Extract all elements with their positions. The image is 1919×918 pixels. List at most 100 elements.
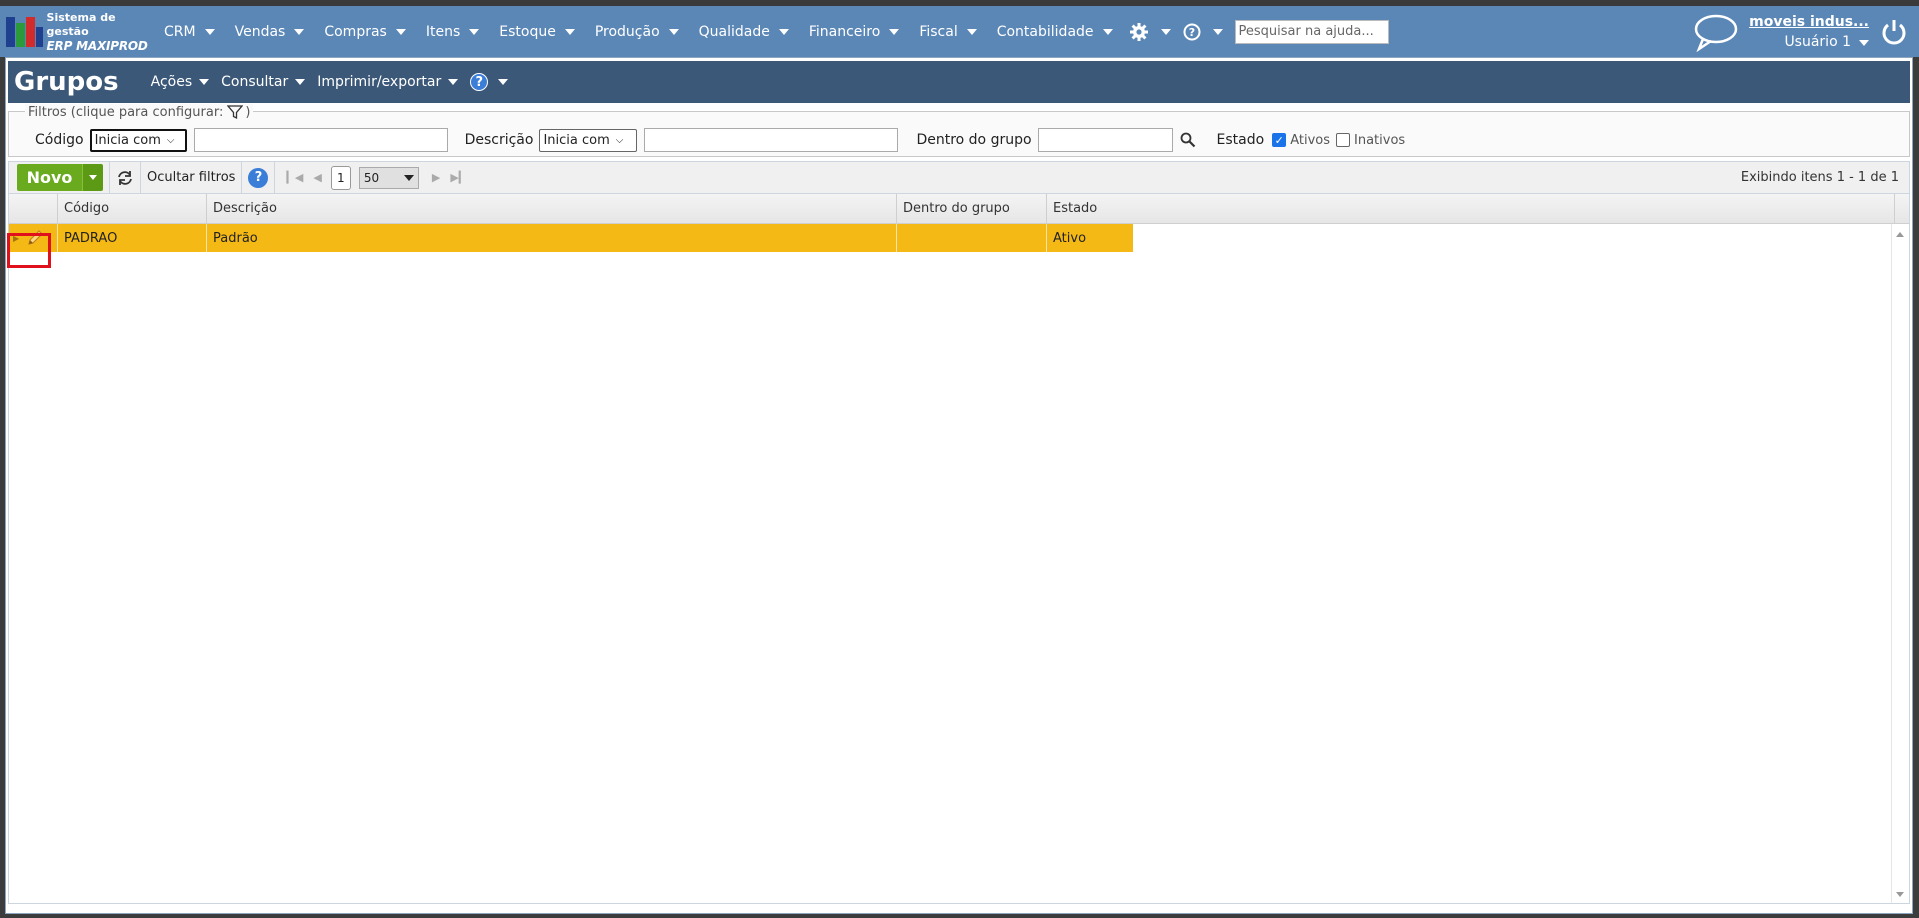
search-icon[interactable] <box>1180 132 1196 148</box>
caret-down-icon <box>1212 28 1223 35</box>
estado-label: Estado <box>1216 132 1265 148</box>
cell-estado: Ativo <box>1053 230 1087 246</box>
grupo-input[interactable] <box>1037 128 1173 152</box>
display-info: Exibindo itens 1 - 1 de 1 <box>1740 170 1899 185</box>
caret-down-icon <box>1859 39 1869 46</box>
descricao-input[interactable] <box>644 128 899 152</box>
menu-fiscal[interactable]: Fiscal <box>909 6 986 57</box>
svg-text:?: ? <box>1188 26 1194 39</box>
column-grupo[interactable]: Dentro do grupo <box>897 194 1047 223</box>
caret-down-icon <box>469 28 480 35</box>
settings-menu[interactable] <box>1123 6 1177 57</box>
caret-down-icon <box>1160 28 1171 35</box>
caret-down-icon <box>403 174 414 181</box>
cell-grupo <box>897 224 1047 252</box>
page-title: Grupos <box>14 67 119 97</box>
app-logo[interactable]: Sistema de gestão ERP MAXIPROD <box>6 11 154 53</box>
caret-down-icon <box>778 28 789 35</box>
actions-menu[interactable]: Ações <box>145 74 216 90</box>
codigo-input[interactable] <box>193 128 448 152</box>
caret-down-icon <box>889 28 900 35</box>
logo-line2: ERP MAXIPROD <box>46 38 148 53</box>
help-icon: ? <box>1183 23 1201 40</box>
page-help-menu[interactable]: ? <box>464 73 514 91</box>
menu-crm[interactable]: CRM <box>154 6 225 57</box>
menu-vendas[interactable]: Vendas <box>225 6 315 57</box>
codigo-mode-select[interactable]: Inicia com ⌵ <box>89 128 187 152</box>
filters-panel: Filtros (clique para configurar: ) Códig… <box>8 104 1910 157</box>
caret-down-icon <box>1102 28 1113 35</box>
descricao-label: Descrição <box>464 132 534 148</box>
menu-itens[interactable]: Itens <box>416 6 489 57</box>
caret-down-icon <box>966 28 977 35</box>
inativos-checkbox[interactable] <box>1336 133 1351 147</box>
filters-legend[interactable]: Filtros (clique para configurar: ) <box>25 104 254 120</box>
main-content: Grupos Ações Consultar Imprimir/exportar… <box>5 57 1913 914</box>
menu-contabilidade[interactable]: Contabilidade <box>987 6 1123 57</box>
user-menu[interactable]: Usuário 1 <box>1749 32 1869 52</box>
scroll-down-icon[interactable] <box>1896 892 1904 897</box>
caret-down-icon <box>448 79 459 85</box>
per-page-select[interactable]: 50 <box>358 166 419 189</box>
cell-codigo: PADRAO <box>58 224 207 252</box>
menu-qualidade[interactable]: Qualidade <box>689 6 799 57</box>
ativos-checkbox[interactable]: ✓ <box>1272 133 1287 147</box>
company-link[interactable]: moveis indus... <box>1749 12 1869 32</box>
menu-financeiro[interactable]: Financeiro <box>799 6 909 57</box>
caret-down-icon <box>204 28 215 35</box>
print-export-menu[interactable]: Imprimir/exportar <box>311 74 464 90</box>
caret-down-icon <box>295 79 306 85</box>
menu-compras[interactable]: Compras <box>314 6 416 57</box>
caret-down-icon <box>498 79 509 85</box>
logo-mark-icon <box>6 16 43 47</box>
new-dropdown-button[interactable] <box>82 164 103 191</box>
help-icon: ? <box>470 73 489 91</box>
column-estado[interactable]: Estado <box>1047 194 1895 223</box>
grid-toolbar: Novo Ocultar filtros ? ▎◀ ◀ 1 50 ▶ ▶▎ Ex… <box>8 161 1910 194</box>
table-row[interactable]: ▶ PADRAO Padrão Ativo <box>9 224 1133 252</box>
ativos-label: Ativos <box>1290 132 1331 148</box>
groups-grid: Código Descrição Dentro do grupo Estado … <box>8 194 1910 904</box>
first-page-icon[interactable]: ▎◀ <box>281 171 308 184</box>
top-navbar: Sistema de gestão ERP MAXIPROD CRM Venda… <box>0 6 1919 57</box>
caret-down-icon <box>199 79 210 85</box>
prev-page-icon[interactable]: ◀ <box>308 171 326 184</box>
grupo-label: Dentro do grupo <box>916 132 1032 148</box>
current-page[interactable]: 1 <box>330 165 351 190</box>
help-menu[interactable]: ? <box>1177 6 1229 57</box>
grid-scrollbar[interactable] <box>1891 224 1909 903</box>
last-page-icon[interactable]: ▶▎ <box>445 171 472 184</box>
help-icon[interactable]: ? <box>248 167 269 188</box>
new-button[interactable]: Novo <box>17 164 82 191</box>
grid-header: Código Descrição Dentro do grupo Estado <box>9 194 1909 224</box>
chevron-down-icon: ⌵ <box>615 134 624 146</box>
chat-icon[interactable] <box>1693 12 1739 52</box>
caret-down-icon <box>668 28 679 35</box>
caret-down-icon <box>89 175 97 180</box>
codigo-label: Código <box>35 132 84 148</box>
grid-header-actions <box>9 194 58 223</box>
filter-row: Código Inicia com ⌵ Descrição Inicia com ⌵… <box>9 126 1909 154</box>
power-icon[interactable] <box>1879 17 1909 47</box>
user-block: moveis indus... Usuário 1 <box>1749 12 1869 52</box>
descricao-mode-select[interactable]: Inicia com ⌵ <box>539 128 638 152</box>
cell-descricao: Padrão <box>207 224 897 252</box>
caret-down-icon <box>395 28 406 35</box>
new-button-group: Novo <box>17 164 103 191</box>
menu-producao[interactable]: Produção <box>585 6 689 57</box>
help-search-input[interactable] <box>1234 19 1389 44</box>
edit-highlight-box <box>7 233 51 268</box>
column-descricao[interactable]: Descrição <box>207 194 897 223</box>
main-menu: CRM Vendas Compras Itens Estoque Produçã… <box>154 6 1389 57</box>
scroll-up-icon[interactable] <box>1896 232 1904 237</box>
next-page-icon[interactable]: ▶ <box>427 171 445 184</box>
menu-estoque[interactable]: Estoque <box>489 6 585 57</box>
hide-filters-button[interactable]: Ocultar filtros <box>147 170 235 185</box>
chevron-down-icon: ⌵ <box>166 134 175 146</box>
refresh-icon[interactable] <box>116 170 134 186</box>
page-titlebar: Grupos Ações Consultar Imprimir/exportar… <box>8 61 1910 103</box>
consult-menu[interactable]: Consultar <box>215 74 311 90</box>
column-codigo[interactable]: Código <box>58 194 207 223</box>
inativos-label: Inativos <box>1354 132 1406 148</box>
gear-icon <box>1129 22 1148 41</box>
